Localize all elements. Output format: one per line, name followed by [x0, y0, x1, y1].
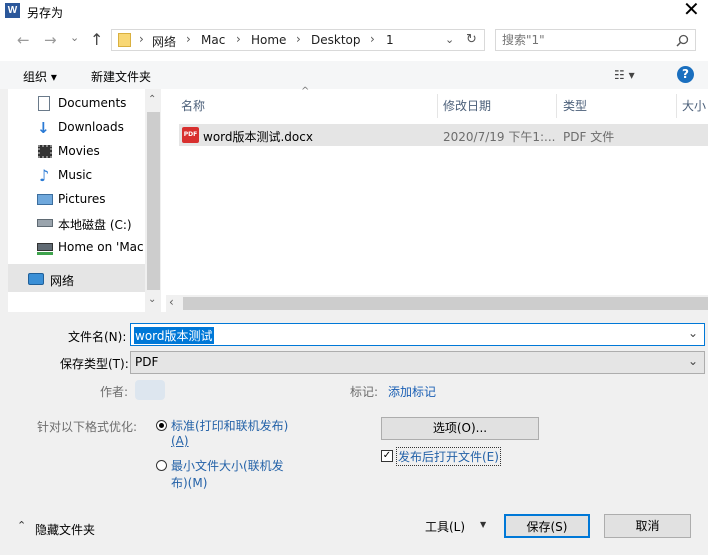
- new-folder-button[interactable]: 新建文件夹: [91, 68, 151, 85]
- view-options-icon[interactable]: ☷ ▾: [614, 68, 635, 82]
- word-app-icon: W: [5, 3, 20, 18]
- option-minimum-size-label[interactable]: 最小文件大小(联机发: [171, 457, 284, 474]
- filename-field[interactable]: word版本测试 ⌄: [130, 323, 705, 346]
- breadcrumb-folder-1[interactable]: 1: [386, 33, 394, 47]
- search-box[interactable]: [495, 29, 696, 51]
- documents-icon: [38, 96, 50, 111]
- option-standard-accesskey[interactable]: (A): [171, 434, 189, 448]
- filetype-dropdown-icon[interactable]: ⌄: [688, 354, 698, 368]
- drive-icon: [37, 219, 53, 227]
- title-bar: [0, 0, 708, 22]
- scroll-down-icon[interactable]: ⌄: [148, 294, 156, 305]
- breadcrumb-separator[interactable]: ›: [186, 32, 191, 46]
- breadcrumb-separator[interactable]: ›: [139, 32, 144, 46]
- filetype-label: 保存类型(T):: [60, 357, 129, 371]
- option-standard-label[interactable]: 标准(打印和联机发布): [171, 417, 288, 434]
- breadcrumb-separator[interactable]: ›: [370, 32, 375, 46]
- breadcrumb-home[interactable]: Home: [251, 33, 286, 47]
- file-list-hscrollbar-thumb[interactable]: [183, 297, 708, 310]
- tools-dropdown-icon[interactable]: ▼: [480, 520, 486, 529]
- column-divider[interactable]: [676, 94, 677, 118]
- filename-dropdown-icon[interactable]: ⌄: [688, 326, 698, 340]
- add-tags-link[interactable]: 添加标记: [388, 383, 436, 400]
- folder-icon: [118, 33, 131, 47]
- radio-minimum-size[interactable]: [156, 460, 167, 471]
- scroll-left-icon[interactable]: ‹: [169, 295, 174, 309]
- author-label: 作者:: [100, 385, 129, 399]
- sidebar-item-downloads[interactable]: Downloads: [58, 120, 124, 134]
- search-input[interactable]: [502, 32, 667, 48]
- breadcrumb-separator[interactable]: ›: [296, 32, 301, 46]
- breadcrumb-desktop[interactable]: Desktop: [311, 33, 361, 47]
- breadcrumb-separator[interactable]: ›: [236, 32, 241, 46]
- forward-arrow-icon[interactable]: →: [44, 31, 57, 49]
- network-drive-status-icon: [37, 252, 53, 255]
- open-after-publish-label[interactable]: 发布后打开文件(E): [396, 447, 501, 466]
- filename-value[interactable]: word版本测试: [134, 327, 214, 344]
- music-icon: ♪: [39, 166, 50, 185]
- radio-standard[interactable]: [156, 420, 167, 431]
- refresh-icon[interactable]: ↻: [466, 32, 477, 47]
- column-divider[interactable]: [437, 94, 438, 118]
- address-dropdown-icon[interactable]: ⌄: [445, 33, 454, 46]
- sidebar-item-pictures[interactable]: Pictures: [58, 192, 106, 206]
- address-bar[interactable]: › 网络 › Mac › Home › Desktop › 1 ⌄ ↻: [111, 29, 485, 51]
- scroll-up-icon[interactable]: ⌃: [148, 94, 156, 105]
- back-arrow-icon[interactable]: ←: [17, 31, 30, 49]
- sidebar-item-local-disk[interactable]: 本地磁盘 (C:): [58, 216, 132, 233]
- network-drive-icon: [37, 243, 53, 251]
- sidebar-item-music[interactable]: Music: [58, 168, 92, 182]
- cancel-button[interactable]: 取消: [604, 514, 691, 538]
- breadcrumb-network[interactable]: 网络: [152, 33, 176, 50]
- pictures-icon: [37, 194, 53, 205]
- pdf-file-icon: PDF: [182, 127, 199, 143]
- sidebar-item-movies[interactable]: Movies: [58, 144, 100, 158]
- save-button[interactable]: 保存(S): [504, 514, 590, 538]
- file-modified: 2020/7/19 下午1:...: [443, 130, 556, 144]
- options-button[interactable]: 选项(O)...: [381, 417, 539, 440]
- file-type: PDF 文件: [563, 130, 615, 144]
- filetype-select[interactable]: PDF ⌄: [130, 351, 705, 374]
- downloads-icon: ↓: [37, 119, 50, 137]
- tags-label: 标记:: [350, 385, 379, 399]
- sidebar-item-home-on-mac[interactable]: Home on 'Mac: [58, 240, 145, 254]
- organize-button[interactable]: 组织 ▾: [23, 68, 57, 85]
- column-divider[interactable]: [556, 94, 557, 118]
- recent-locations-chevron-icon[interactable]: ⌄: [70, 31, 79, 44]
- column-header-type[interactable]: 类型: [563, 97, 587, 114]
- navigation-scrollbar-thumb[interactable]: [147, 112, 160, 290]
- network-icon: [28, 273, 44, 285]
- sidebar-item-network[interactable]: 网络: [50, 272, 74, 289]
- close-icon[interactable]: ✕: [683, 0, 700, 19]
- column-header-name[interactable]: 名称: [181, 97, 205, 114]
- breadcrumb-mac[interactable]: Mac: [201, 33, 225, 47]
- open-after-publish-checkbox[interactable]: ✓: [381, 450, 393, 462]
- search-icon[interactable]: [676, 34, 689, 47]
- column-header-size[interactable]: 大小: [682, 97, 706, 114]
- tools-button[interactable]: 工具(L): [425, 518, 465, 535]
- help-icon[interactable]: ?: [677, 66, 694, 83]
- hide-folders-button[interactable]: 隐藏文件夹: [35, 521, 95, 538]
- hide-folders-chevron-icon[interactable]: ⌃: [17, 519, 26, 532]
- filetype-value[interactable]: PDF: [135, 355, 158, 369]
- navigation-pane-edge: [0, 89, 8, 315]
- author-value[interactable]: [135, 380, 165, 400]
- radio-selected-dot: [159, 423, 164, 428]
- option-minimum-size-accesskey[interactable]: 布)(M): [171, 474, 207, 491]
- optimize-label: 针对以下格式优化:: [37, 420, 138, 434]
- filename-label: 文件名(N):: [68, 330, 127, 344]
- sort-ascending-icon: ^: [301, 86, 310, 97]
- sidebar-item-documents[interactable]: Documents: [58, 96, 126, 110]
- window-title: 另存为: [27, 6, 64, 20]
- up-arrow-icon[interactable]: ↑: [90, 30, 103, 49]
- movies-icon: [38, 145, 52, 158]
- column-header-modified[interactable]: 修改日期: [443, 97, 491, 114]
- file-name[interactable]: word版本测试.docx: [203, 128, 313, 145]
